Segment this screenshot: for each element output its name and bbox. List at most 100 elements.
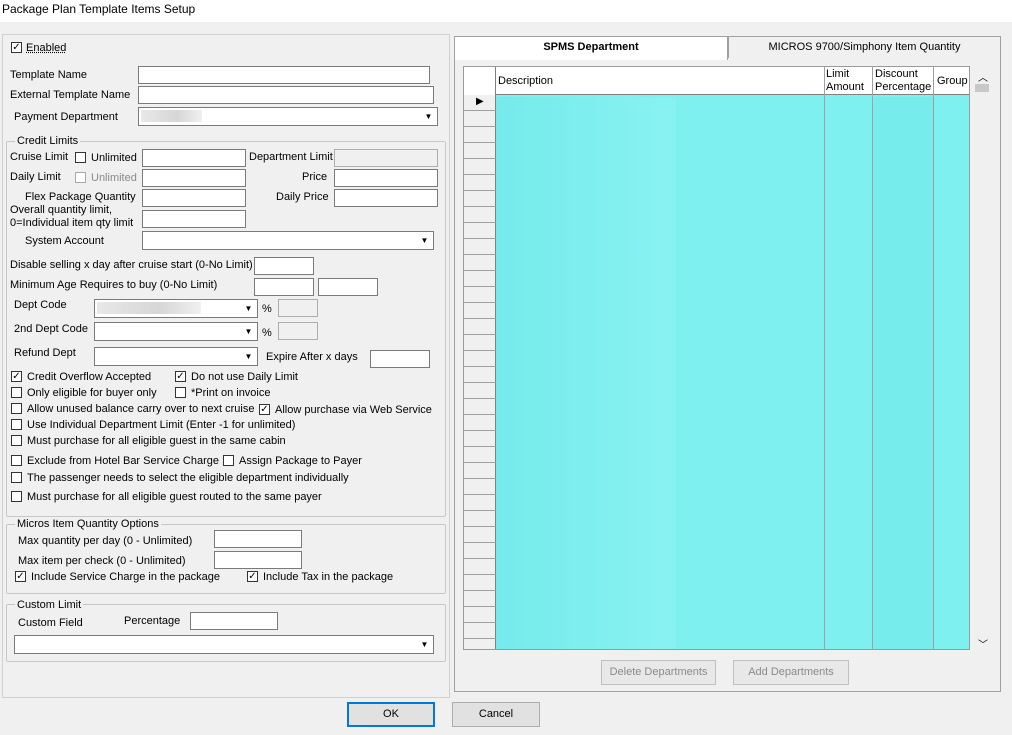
- tab-spms-department[interactable]: SPMS Department: [454, 36, 728, 60]
- allow-unused-balance-checkbox[interactable]: [11, 403, 22, 414]
- grid-row-separator: [464, 478, 496, 479]
- column-limit-amount-line2[interactable]: Amount: [826, 81, 864, 93]
- custom-percentage-input[interactable]: [190, 612, 278, 630]
- daily-limit-label: Daily Limit: [10, 171, 61, 183]
- cruise-limit-input[interactable]: [142, 149, 246, 167]
- chevron-down-icon[interactable]: ▼: [241, 324, 256, 339]
- chevron-down-icon[interactable]: ▼: [417, 637, 432, 652]
- grid-row-separator: [464, 366, 496, 367]
- use-individual-dept-limit-checkbox[interactable]: [11, 419, 22, 430]
- exclude-hotel-bar-checkbox[interactable]: [11, 455, 22, 466]
- must-purchase-same-payer-checkbox[interactable]: [11, 491, 22, 502]
- grid-row-separator: [464, 382, 496, 383]
- department-grid: [463, 66, 970, 650]
- grid-row-separator: [464, 510, 496, 511]
- external-template-name-label: External Template Name: [10, 89, 131, 101]
- cancel-button[interactable]: Cancel: [452, 702, 540, 727]
- column-discount-line1[interactable]: Discount: [875, 68, 918, 80]
- overall-quantity-label-line2: 0=Individual item qty limit: [10, 217, 134, 229]
- custom-field-label: Custom Field: [18, 617, 83, 629]
- daily-limit-input[interactable]: [142, 169, 246, 187]
- column-description[interactable]: Description: [498, 74, 553, 88]
- min-age-input-2[interactable]: [318, 278, 378, 296]
- no-daily-limit-label: Do not use Daily Limit: [191, 371, 298, 383]
- delete-departments-button[interactable]: Delete Departments: [601, 660, 716, 685]
- dept-code-percent-label: %: [262, 303, 272, 315]
- max-qty-day-input[interactable]: [214, 530, 302, 548]
- scroll-up-icon[interactable]: ︿: [978, 69, 988, 84]
- chevron-down-icon[interactable]: ▼: [417, 233, 432, 248]
- refund-dept-select[interactable]: ▼: [94, 347, 258, 366]
- only-eligible-buyer-checkbox[interactable]: [11, 387, 22, 398]
- grid-row-separator: [464, 638, 496, 639]
- disable-selling-input[interactable]: [254, 257, 314, 275]
- overall-quantity-input[interactable]: [142, 210, 246, 228]
- ok-button[interactable]: OK: [347, 702, 435, 727]
- chevron-down-icon[interactable]: ▼: [241, 349, 256, 364]
- min-age-label: Minimum Age Requires to buy (0-No Limit): [10, 279, 218, 291]
- expire-after-input[interactable]: [370, 350, 430, 368]
- credit-limits-title: Credit Limits: [15, 135, 81, 147]
- external-template-name-input[interactable]: [138, 86, 434, 104]
- include-tax-checkbox[interactable]: ✓: [247, 571, 258, 582]
- max-qty-day-label: Max quantity per day (0 - Unlimited): [18, 535, 193, 547]
- assign-package-payer-checkbox[interactable]: [223, 455, 234, 466]
- dept-code-percent-input: [278, 299, 318, 317]
- include-service-charge-checkbox[interactable]: ✓: [15, 571, 26, 582]
- second-dept-code-percent-input: [278, 322, 318, 340]
- allow-unused-balance-label: Allow unused balance carry over to next …: [27, 403, 255, 415]
- include-tax-label: Include Tax in the package: [263, 571, 394, 583]
- exclude-hotel-bar-label: Exclude from Hotel Bar Service Charge: [27, 455, 219, 467]
- column-group[interactable]: Group: [937, 74, 968, 88]
- passenger-select-dept-checkbox[interactable]: [11, 472, 22, 483]
- grid-row-separator: [464, 334, 496, 335]
- payment-department-select[interactable]: ▼: [138, 107, 438, 126]
- grid-row-separator: [464, 206, 496, 207]
- custom-field-select[interactable]: ▼: [14, 635, 434, 654]
- column-discount-line2[interactable]: Percentage: [875, 81, 931, 93]
- allow-purchase-web-checkbox[interactable]: ✓: [259, 404, 270, 415]
- chevron-down-icon[interactable]: ▼: [421, 109, 436, 124]
- max-item-check-input[interactable]: [214, 551, 302, 569]
- no-daily-limit-checkbox[interactable]: ✓: [175, 371, 186, 382]
- credit-overflow-label: Credit Overflow Accepted: [27, 371, 152, 383]
- chevron-down-icon[interactable]: ▼: [241, 301, 256, 316]
- grid-row-separator: [464, 526, 496, 527]
- column-sep-3: [933, 67, 934, 649]
- scroll-thumb[interactable]: [975, 84, 989, 92]
- second-dept-code-select[interactable]: ▼: [94, 322, 258, 341]
- flex-package-quantity-input[interactable]: [142, 189, 246, 207]
- tab-micros-item-quantity[interactable]: MICROS 9700/Simphony Item Quantity: [728, 36, 1001, 58]
- daily-price-input[interactable]: [334, 189, 438, 207]
- grid-row-header-column: [464, 94, 496, 649]
- passenger-select-dept-label: The passenger needs to select the eligib…: [27, 472, 349, 484]
- payment-department-value: [141, 110, 202, 122]
- grid-row-separator: [464, 430, 496, 431]
- include-service-charge-label: Include Service Charge in the package: [31, 571, 220, 583]
- print-on-invoice-checkbox[interactable]: [175, 387, 186, 398]
- daily-unlimited-checkbox[interactable]: [75, 172, 86, 183]
- must-purchase-same-cabin-checkbox[interactable]: [11, 435, 22, 446]
- template-name-input[interactable]: [138, 66, 430, 84]
- use-individual-dept-limit-label: Use Individual Department Limit (Enter -…: [27, 419, 296, 431]
- grid-row-separator: [464, 574, 496, 575]
- scroll-down-icon[interactable]: ﹀: [978, 636, 988, 651]
- second-dept-code-label: 2nd Dept Code: [14, 323, 88, 335]
- grid-row-separator: [464, 222, 496, 223]
- price-input[interactable]: [334, 169, 438, 187]
- enabled-checkbox[interactable]: ✓: [11, 42, 22, 53]
- grid-row-separator: [464, 270, 496, 271]
- allow-purchase-web-label: Allow purchase via Web Service: [275, 404, 432, 416]
- add-departments-button[interactable]: Add Departments: [733, 660, 849, 685]
- column-limit-amount-line1[interactable]: Limit: [826, 68, 849, 80]
- refund-dept-label: Refund Dept: [14, 347, 76, 359]
- daily-price-label: Daily Price: [276, 191, 329, 203]
- system-account-select[interactable]: ▼: [142, 231, 434, 250]
- system-account-label: System Account: [25, 235, 104, 247]
- grid-scrollbar[interactable]: [973, 66, 991, 650]
- cruise-unlimited-checkbox[interactable]: [75, 152, 86, 163]
- grid-row-separator: [464, 286, 496, 287]
- credit-overflow-checkbox[interactable]: ✓: [11, 371, 22, 382]
- min-age-input[interactable]: [254, 278, 314, 296]
- dept-code-select[interactable]: ▼: [94, 299, 258, 318]
